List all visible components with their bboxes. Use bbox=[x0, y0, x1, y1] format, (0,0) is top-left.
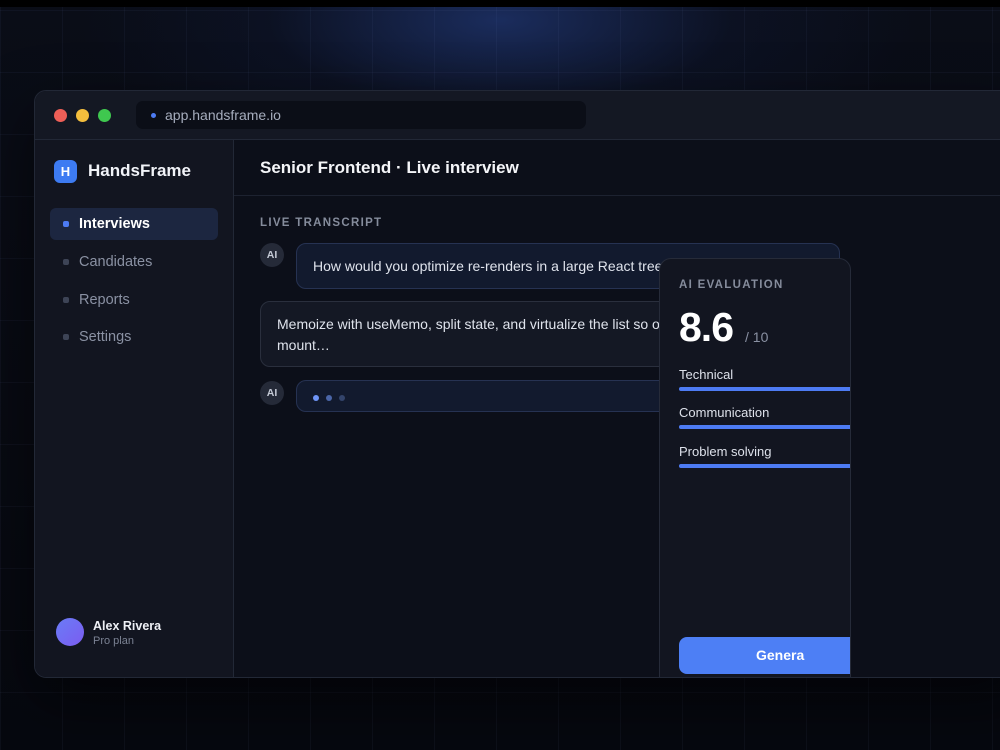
secure-dot-icon bbox=[151, 113, 156, 118]
sidebar-item-interviews[interactable]: Interviews bbox=[50, 208, 218, 240]
evaluation-label: AI EVALUATION bbox=[679, 279, 784, 291]
sidebar-item-reports[interactable]: Reports bbox=[50, 284, 218, 316]
nav-bullet-icon bbox=[63, 334, 69, 340]
maximize-window-button[interactable] bbox=[98, 109, 111, 122]
metric-bar-technical bbox=[679, 387, 850, 391]
ai-evaluation-panel: AI EVALUATION 8.6 / 10 Technical Communi… bbox=[659, 258, 851, 677]
sidebar-item-settings[interactable]: Settings bbox=[50, 321, 218, 353]
minimize-window-button[interactable] bbox=[76, 109, 89, 122]
typing-dot bbox=[326, 395, 332, 401]
avatar[interactable] bbox=[56, 618, 84, 646]
sidebar-item-candidates[interactable]: Candidates bbox=[50, 246, 218, 278]
generate-button[interactable]: Genera bbox=[679, 637, 850, 674]
nav-bullet-icon bbox=[63, 259, 69, 265]
sidebar: H HandsFrame Interviews Candidates Repor… bbox=[35, 140, 234, 677]
sidebar-item-label: Candidates bbox=[79, 254, 153, 270]
sidebar-item-label: Interviews bbox=[79, 216, 150, 232]
metric-label-problem-solving: Problem solving bbox=[679, 444, 772, 459]
metric-bar-problem-solving bbox=[679, 464, 850, 468]
typing-dot bbox=[313, 395, 319, 401]
user-plan: Pro plan bbox=[93, 635, 134, 647]
user-name: Alex Rivera bbox=[93, 619, 162, 633]
metric-label-communication: Communication bbox=[679, 405, 770, 420]
ai-avatar: AI bbox=[260, 381, 284, 405]
browser-window: app.handsframe.io H HandsFrame Interview… bbox=[34, 90, 1000, 678]
address-bar[interactable]: app.handsframe.io bbox=[136, 101, 586, 129]
page-title: Senior Frontend · Live interview bbox=[260, 158, 519, 177]
typing-dot bbox=[339, 395, 345, 401]
top-edge bbox=[0, 0, 1000, 7]
main-header: Senior Frontend · Live interview bbox=[234, 140, 1000, 196]
close-window-button[interactable] bbox=[54, 109, 67, 122]
address-url: app.handsframe.io bbox=[165, 107, 281, 123]
sidebar-item-label: Reports bbox=[79, 292, 130, 308]
transcript-label: LIVE TRANSCRIPT bbox=[260, 217, 383, 229]
message-text: How would you optimize re-renders in a l… bbox=[313, 258, 671, 274]
metric-bar-fill bbox=[679, 425, 850, 429]
score-max: / 10 bbox=[745, 329, 769, 345]
main-content: Senior Frontend · Live interview LIVE TR… bbox=[234, 140, 1000, 677]
overall-score: 8.6 bbox=[679, 304, 734, 350]
brand-name: HandsFrame bbox=[88, 161, 191, 180]
metric-label-technical: Technical bbox=[679, 367, 734, 382]
metric-bar-communication bbox=[679, 425, 850, 429]
nav-bullet-icon bbox=[63, 221, 69, 227]
window-titlebar: app.handsframe.io bbox=[35, 91, 1000, 140]
nav-bullet-icon bbox=[63, 297, 69, 303]
metric-bar-fill bbox=[679, 387, 850, 391]
sidebar-item-label: Settings bbox=[79, 329, 132, 345]
ai-avatar: AI bbox=[260, 243, 284, 267]
metric-bar-fill bbox=[679, 464, 850, 468]
brand-logo-icon: H bbox=[54, 160, 77, 183]
